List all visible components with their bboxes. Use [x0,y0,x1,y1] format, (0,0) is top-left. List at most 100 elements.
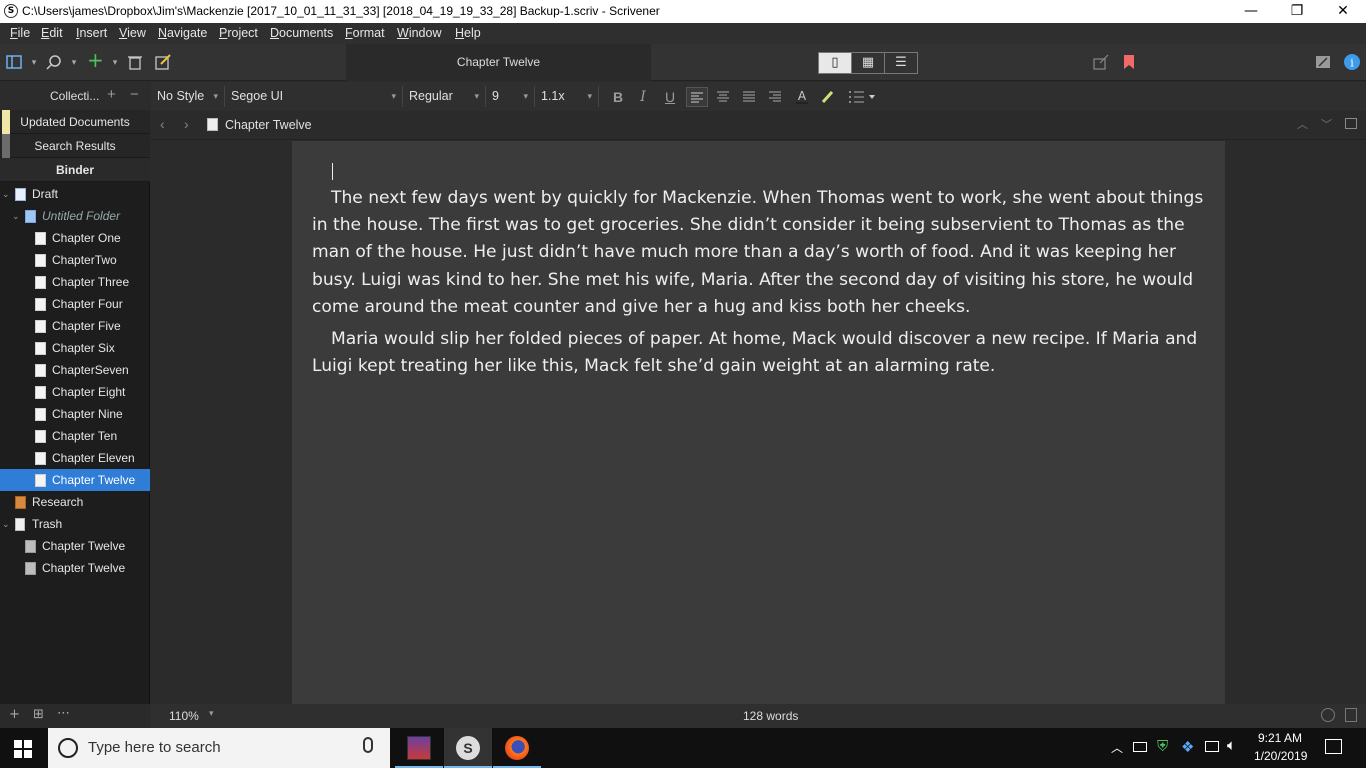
line-spacing-select[interactable]: 1.1x ▾ [535,86,599,107]
more-icon[interactable]: ⋯ [57,706,70,721]
font-family-select[interactable]: Segoe UI ▾ [225,86,403,107]
add-icon[interactable]: + [87,50,104,70]
zoom-level[interactable]: 110% [169,709,199,723]
taskbar-search-box[interactable]: Type here to search [48,728,390,768]
collections-label[interactable]: Collecti... [50,89,99,103]
binder-item[interactable]: Chapter Twelve [0,469,150,491]
share-icon[interactable] [1093,54,1109,70]
single-view-icon[interactable]: ▯ [819,53,852,73]
shield-icon[interactable]: ⛨ [1157,738,1168,755]
menu-window[interactable]: Window [397,26,441,40]
battery-icon[interactable] [1133,742,1147,752]
collection-updated-documents[interactable]: Updated Documents [0,110,150,134]
bold-button[interactable]: B [607,87,629,107]
paragraph[interactable]: Maria would slip her folded pieces of pa… [312,326,1207,380]
target-icon[interactable] [1321,708,1335,722]
chevron-down-icon[interactable]: ﹀ [1321,116,1332,132]
menu-file[interactable]: File [10,26,30,40]
menu-navigate[interactable]: Navigate [158,26,207,40]
outline-view-icon[interactable]: ☰ [885,53,917,73]
collection-search-results[interactable]: Search Results [0,134,150,158]
back-arrow-icon[interactable]: ‹ [160,116,165,132]
menu-format[interactable]: Format [345,26,385,40]
notification-icon[interactable] [1325,739,1342,754]
chevron-down-icon[interactable]: ▾ [28,55,40,71]
expand-arrow-icon[interactable]: ⌄ [2,183,10,205]
clock-time[interactable]: 9:21 AM [1258,731,1302,745]
menu-view[interactable]: View [119,26,146,40]
network-icon[interactable] [1205,741,1219,752]
binder-item[interactable]: Chapter Eleven [0,447,150,469]
microphone-icon[interactable] [363,737,373,753]
scrivener-app-icon[interactable]: S [4,4,18,18]
menu-help[interactable]: Help [455,26,481,40]
italic-button[interactable]: I [632,87,654,107]
bookmark-icon[interactable] [1122,54,1136,70]
align-right-icon[interactable] [764,87,786,107]
binder-item[interactable]: Research [0,491,150,513]
taskbar-app-firefox[interactable] [493,728,541,768]
search-icon[interactable] [46,54,62,70]
list-icon[interactable] [848,87,878,107]
binder-item[interactable]: Chapter One [0,227,150,249]
edit-icon[interactable] [155,54,171,70]
remove-collection-icon[interactable]: − [130,86,139,103]
paragraph-style-select[interactable]: No Style ▾ [151,86,225,107]
binder-item[interactable]: Chapter Eight [0,381,150,403]
binder-item[interactable]: Chapter Five [0,315,150,337]
info-icon[interactable]: i [1343,53,1361,71]
align-left-icon[interactable] [686,87,708,107]
add-folder-icon[interactable]: ⊞ [33,707,44,722]
forward-arrow-icon[interactable]: › [184,116,189,132]
paragraph[interactable]: The next few days went by quickly for Ma… [312,185,1207,321]
binder-toggle-icon[interactable] [6,54,22,70]
expand-arrow-icon[interactable]: ⌄ [12,205,20,227]
chevron-down-icon[interactable]: ▾ [109,55,121,71]
font-weight-select[interactable]: Regular ▾ [403,86,486,107]
align-center-icon[interactable] [712,87,734,107]
editor-page[interactable]: The next few days went by quickly for Ma… [292,141,1225,704]
restore-button[interactable]: ❐ [1274,0,1320,23]
binder-item[interactable]: Chapter Three [0,271,150,293]
binder-item[interactable]: ⌄ Untitled Folder [0,205,150,227]
minimize-button[interactable]: — [1228,0,1274,23]
notes-icon[interactable] [1345,708,1357,722]
add-icon[interactable]: + [9,707,20,722]
menu-insert[interactable]: Insert [76,26,107,40]
close-button[interactable]: ✕ [1320,0,1366,23]
grid-view-icon[interactable]: ▦ [852,53,885,73]
font-size-select[interactable]: 9 ▾ [486,86,535,107]
trash-icon[interactable] [127,54,143,70]
binder-item[interactable]: Chapter Ten [0,425,150,447]
binder-item[interactable]: Chapter Nine [0,403,150,425]
taskbar-app-scrivener[interactable]: S [444,728,492,768]
text-color-icon[interactable]: A [791,87,813,107]
binder-item[interactable]: ⌄ Draft [0,183,150,205]
collection-binder[interactable]: Binder [0,158,150,182]
document-tab-title[interactable]: Chapter Twelve [346,44,651,81]
binder-item[interactable]: Chapter Six [0,337,150,359]
add-collection-icon[interactable]: + [107,86,116,103]
volume-icon[interactable]: 🔈︎ [1227,737,1236,754]
binder-item[interactable]: ChapterSeven [0,359,150,381]
binder-item[interactable]: Chapter Four [0,293,150,315]
highlight-icon[interactable] [817,87,839,107]
menu-edit[interactable]: Edit [41,26,63,40]
underline-button[interactable]: U [659,87,681,107]
binder-item[interactable]: ⌄ Trash [0,513,150,535]
binder-item[interactable]: Chapter Twelve [0,557,150,579]
menu-project[interactable]: Project [219,26,258,40]
expand-arrow-icon[interactable]: ⌄ [2,513,10,535]
chevron-up-icon[interactable]: ︿ [1297,116,1308,132]
chevron-down-icon[interactable]: ▾ [209,708,214,719]
editor-header-title[interactable]: Chapter Twelve [225,118,312,132]
align-justify-icon[interactable] [738,87,760,107]
dropbox-icon[interactable]: ❖ [1181,738,1194,756]
chevron-up-icon[interactable]: ︿ [1111,739,1123,756]
chevron-down-icon[interactable]: ▾ [68,55,80,71]
binder-item[interactable]: Chapter Twelve [0,535,150,557]
binder-item[interactable]: ChapterTwo [0,249,150,271]
split-view-icon[interactable] [1345,118,1357,129]
windows-start-icon[interactable] [14,740,32,758]
taskbar-app-winrar[interactable] [395,728,443,768]
